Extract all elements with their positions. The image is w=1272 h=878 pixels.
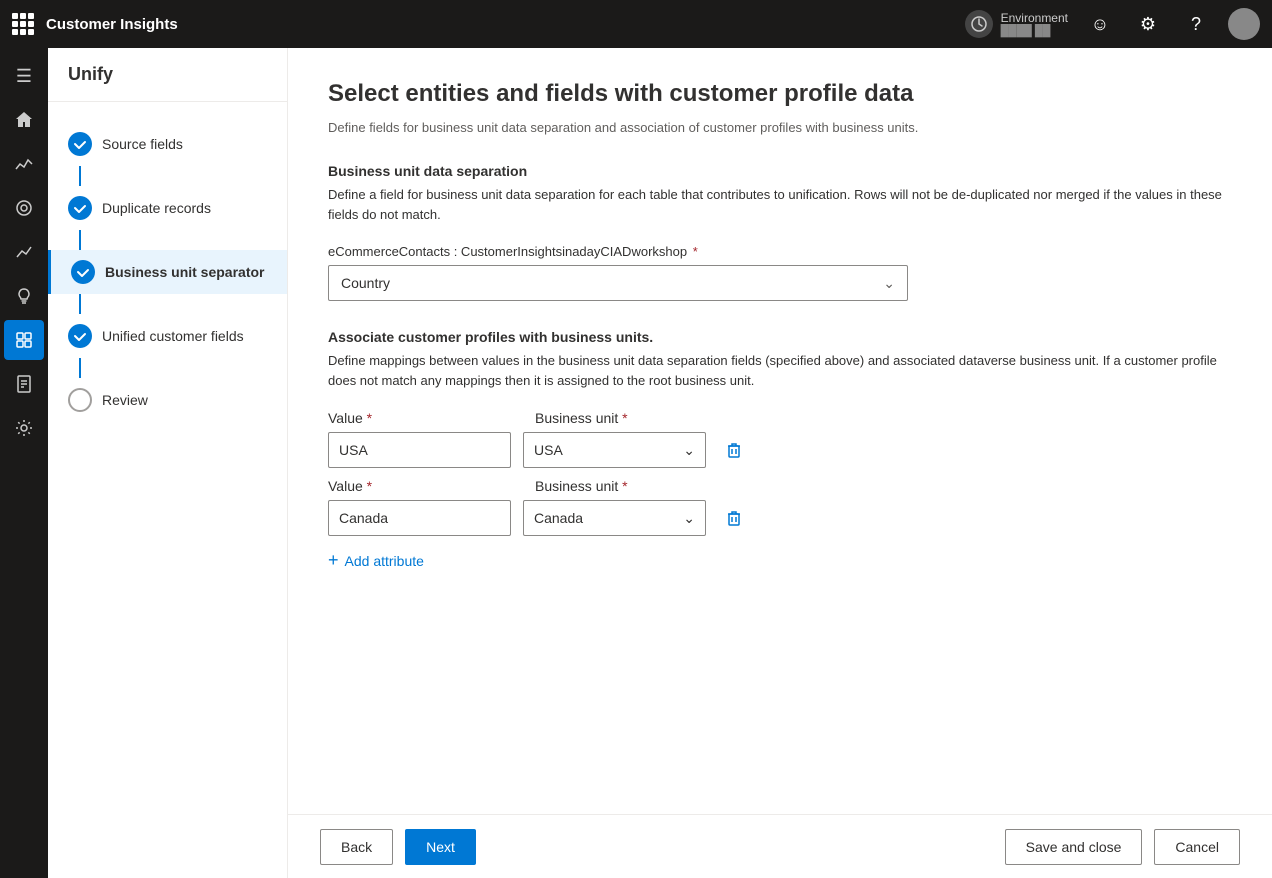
sidebar-settings-button[interactable] [4,408,44,448]
sidebar-menu-button[interactable]: ☰ [4,56,44,96]
smiley-button[interactable]: ☺ [1084,8,1116,40]
step-circle-1 [68,132,92,156]
topbar: Customer Insights Environment ████ ██ ☺ … [0,0,1272,48]
value-header-1: Value * [328,410,511,426]
nav-step-review[interactable]: Review [48,378,287,422]
page-title: Select entities and fields with customer… [328,80,1232,108]
step-circle-3 [71,260,95,284]
associate-section-desc: Define mappings between values in the bu… [328,351,1232,390]
step-label-review: Review [102,392,148,408]
business-unit-header-2: Business unit * [535,478,718,494]
sidebar-report-button[interactable] [4,364,44,404]
grid-icon[interactable] [12,13,34,35]
step-circle-2 [68,196,92,220]
nav-step-source-fields[interactable]: Source fields [48,122,287,166]
help-button[interactable]: ? [1180,8,1212,40]
mapping-header-row2: Value * Business unit * [328,478,1232,494]
step-label-source: Source fields [102,136,183,152]
step-label-duplicate: Duplicate records [102,200,211,216]
required-star-value-1: * [367,410,372,426]
entity-name: eCommerceContacts : CustomerInsightsinad… [328,244,687,259]
nav-step-unified-customer[interactable]: Unified customer fields [48,314,287,358]
step-label-business-unit: Business unit separator [105,264,265,280]
add-attribute-button[interactable]: + Add attribute [328,546,424,575]
topbar-right: Environment ████ ██ ☺ ⚙ ? [965,8,1260,40]
environment-info[interactable]: Environment ████ ██ [965,10,1068,38]
step-connector-3 [79,294,81,314]
value-header-2: Value * [328,478,511,494]
sidebar-segment-button[interactable] [4,320,44,360]
step-connector-2 [79,230,81,250]
avatar[interactable] [1228,8,1260,40]
sidebar-target-button[interactable] [4,188,44,228]
chevron-down-icon: ⌄ [883,275,895,292]
step-connector-1 [79,166,81,186]
required-star-bu-1: * [622,410,627,426]
required-star-entity: * [689,244,698,259]
value-input-1[interactable] [328,432,511,468]
sidebar-home-button[interactable] [4,100,44,140]
mapping-row-1: USA ⌄ [328,432,1232,468]
left-nav: Unify Source fields Duplicate records [48,48,288,878]
entity-field-label: eCommerceContacts : CustomerInsightsinad… [328,244,1232,259]
environment-text: Environment ████ ██ [1001,11,1068,37]
required-star-bu-2: * [622,478,627,494]
back-button[interactable]: Back [320,829,393,865]
environment-icon [965,10,993,38]
required-star-value-2: * [367,478,372,494]
footer-left: Back Next [320,829,476,865]
chevron-down-icon-2: ⌄ [683,510,695,527]
next-button[interactable]: Next [405,829,476,865]
business-unit-value-2: Canada [534,510,583,526]
nav-step-business-unit[interactable]: Business unit separator [48,250,287,294]
content-scroll: Select entities and fields with customer… [288,48,1272,814]
cancel-button[interactable]: Cancel [1154,829,1240,865]
value-input-2[interactable] [328,500,511,536]
plus-icon: + [328,550,339,571]
country-dropdown-value: Country [341,275,390,291]
mapping-row-2: Canada ⌄ [328,500,1232,536]
footer-right: Save and close Cancel [1005,829,1240,865]
app-title: Customer Insights [46,16,953,33]
mapping-header-row1: Value * Business unit * [328,410,1232,426]
footer: Back Next Save and close Cancel [288,814,1272,878]
sidebar-icons: ☰ [0,48,48,878]
sidebar-analytics-button[interactable] [4,144,44,184]
page-subtitle: Define fields for business unit data sep… [328,120,1232,135]
country-dropdown[interactable]: Country ⌄ [328,265,908,301]
nav-step-duplicate-records[interactable]: Duplicate records [48,186,287,230]
associate-section-title: Associate customer profiles with busines… [328,329,1232,345]
settings-button[interactable]: ⚙ [1132,8,1164,40]
chevron-down-icon-1: ⌄ [683,442,695,459]
sidebar-bulb-button[interactable] [4,276,44,316]
nav-steps: Source fields Duplicate records Business… [48,102,287,442]
step-label-unified: Unified customer fields [102,328,244,344]
content-area: Select entities and fields with customer… [288,48,1272,878]
business-unit-section-title: Business unit data separation [328,163,1232,179]
step-circle-4 [68,324,92,348]
business-unit-section-desc: Define a field for business unit data se… [328,185,1232,224]
business-unit-value-1: USA [534,442,563,458]
step-circle-5 [68,388,92,412]
sidebar-chart-button[interactable] [4,232,44,272]
delete-row-2-button[interactable] [718,502,750,534]
step-connector-4 [79,358,81,378]
left-nav-header: Unify [48,48,287,102]
save-close-button[interactable]: Save and close [1005,829,1143,865]
main-layout: ☰ Unify [0,48,1272,878]
business-unit-header-1: Business unit * [535,410,718,426]
business-unit-dropdown-2[interactable]: Canada ⌄ [523,500,706,536]
business-unit-dropdown-1[interactable]: USA ⌄ [523,432,706,468]
delete-row-1-button[interactable] [718,434,750,466]
add-attribute-label: Add attribute [345,553,424,569]
